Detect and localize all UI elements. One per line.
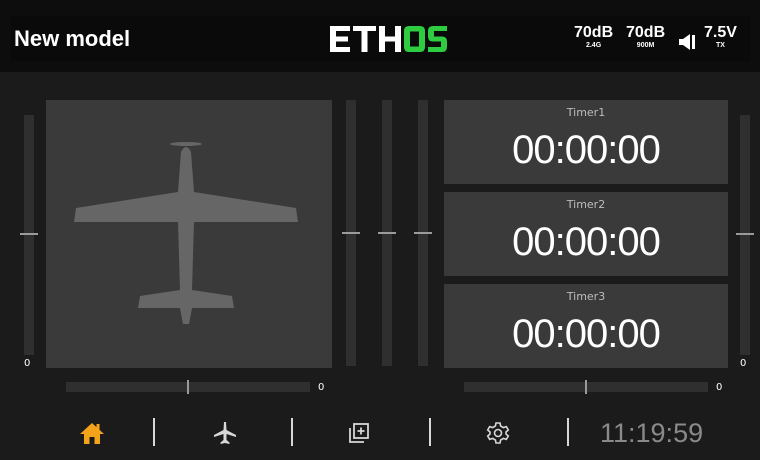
nav-separator [429,418,431,446]
tx-voltage: 7.5V TX [704,25,737,50]
trim-right-horizontal-marker [585,380,587,394]
nav-separator [567,418,569,446]
speaker-icon[interactable] [677,32,697,52]
timer-2-value: 00:00:00 [512,220,661,264]
trim-right-horizontal-value: 0 [716,382,723,393]
rssi-2g4: 70dB 2.4G [574,25,613,50]
rssi-900m-band: 900M [636,42,655,49]
system-clock: 11:19:59 [600,418,704,448]
slider-center-2-marker [378,232,396,234]
nav-separator [153,418,155,446]
settings-gear-icon[interactable] [485,420,511,446]
timer-3-value: 00:00:00 [512,312,661,356]
timer-2-label: Timer2 [566,198,606,211]
trim-right-vertical-value: 0 [740,358,747,369]
nav-separator [291,418,293,446]
trim-left-horizontal-marker [187,380,189,394]
header: New model 70dB 2.4G 70dB 900M 7.5V TX [0,0,760,72]
rssi-2g4-value: 70dB [574,24,614,41]
ethos-home-screen: New model 70dB 2.4G 70dB 900M 7.5V TX 0 … [0,0,760,460]
trim-right-horizontal[interactable] [464,380,708,394]
ethos-logo [330,26,447,52]
rssi-2g4-band: 2.4G [585,42,602,49]
trim-left-vertical[interactable] [20,115,38,355]
rssi-900m-value: 70dB [626,24,666,41]
timer-2-widget[interactable]: Timer2 00:00:00 [444,192,728,276]
trim-right-vertical-marker [736,233,754,235]
slider-center-3-marker [414,232,432,234]
widgets-icon[interactable] [346,420,372,446]
timer-1-widget[interactable]: Timer1 00:00:00 [444,100,728,184]
slider-center-2[interactable] [378,100,396,366]
bottom-nav: 11:19:59 [0,408,760,460]
trim-left-horizontal[interactable] [66,380,310,394]
slider-center-3[interactable] [414,100,432,366]
model-image-panel[interactable] [46,100,332,368]
airplane-silhouette-icon [74,142,298,324]
trim-left-horizontal-value: 0 [318,382,325,393]
timer-3-label: Timer3 [566,290,606,303]
model-name[interactable]: New model [14,16,130,61]
trim-left-vertical-marker [20,233,38,235]
tx-voltage-value: 7.5V [704,24,737,41]
airplane-icon[interactable] [212,420,238,446]
trim-left-vertical-value: 0 [24,358,31,369]
slider-center-1[interactable] [342,100,360,366]
trim-right-vertical[interactable] [736,115,754,355]
timer-3-widget[interactable]: Timer3 00:00:00 [444,284,728,368]
tx-voltage-label: TX [715,42,725,49]
slider-center-1-marker [342,232,360,234]
rssi-900m: 70dB 900M [626,25,665,50]
timer-1-label: Timer1 [566,106,606,119]
home-icon[interactable] [79,420,105,446]
timer-1-value: 00:00:00 [512,128,661,172]
